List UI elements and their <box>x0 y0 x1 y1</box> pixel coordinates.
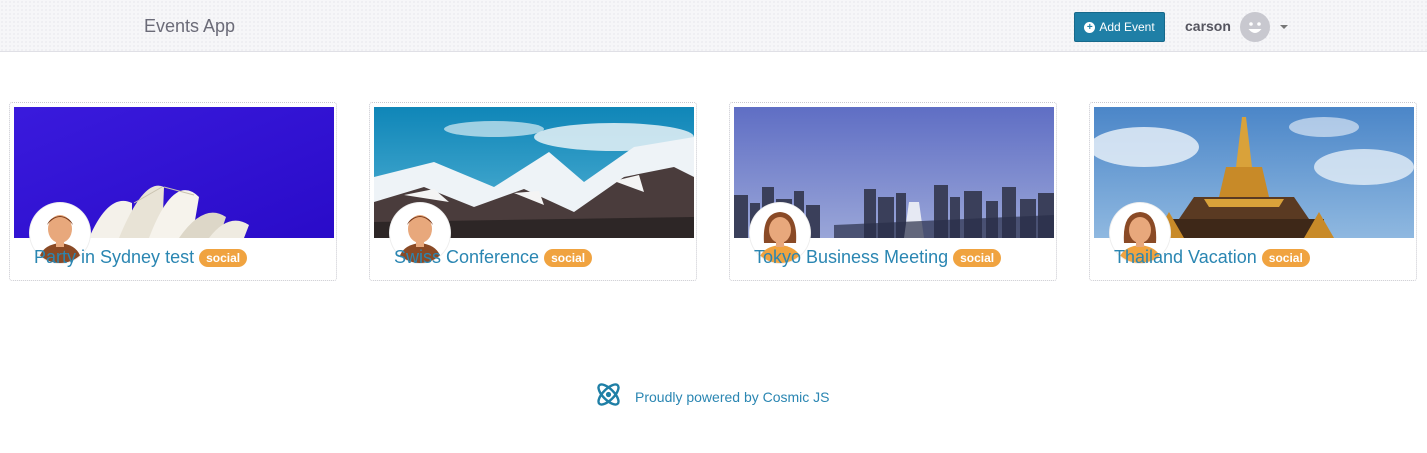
navbar: Events App + Add Event carson <box>0 0 1427 52</box>
event-title[interactable]: Tokyo Business Meeting social <box>754 247 1049 268</box>
add-event-button[interactable]: + Add Event <box>1074 12 1165 42</box>
user-avatar-icon[interactable] <box>1240 12 1270 42</box>
event-card[interactable]: Thailand Vacation social <box>1089 102 1417 281</box>
event-title[interactable]: Thailand Vacation social <box>1114 247 1409 268</box>
event-tag-badge: social <box>199 248 248 267</box>
username[interactable]: carson <box>1185 18 1231 34</box>
app-brand[interactable]: Events App <box>144 16 235 37</box>
chevron-down-icon[interactable] <box>1280 25 1288 29</box>
event-title-text: Party in Sydney test <box>34 247 195 267</box>
plus-circle-icon: + <box>1084 21 1096 33</box>
event-title[interactable]: Swiss Conference social <box>394 247 689 268</box>
event-tag-badge: social <box>953 248 1002 267</box>
event-title[interactable]: Party in Sydney test social <box>34 247 329 268</box>
footer: Proudly powered by Cosmic JS <box>594 382 830 412</box>
event-title-text: Tokyo Business Meeting <box>754 247 949 267</box>
add-event-label: Add Event <box>1099 20 1155 34</box>
event-tag-badge: social <box>1261 248 1310 267</box>
footer-powered-by-link[interactable]: Proudly powered by Cosmic JS <box>635 389 830 405</box>
event-title-text: Thailand Vacation <box>1114 247 1257 267</box>
event-card[interactable]: Tokyo Business Meeting social <box>729 102 1057 281</box>
event-tag-badge: social <box>544 248 593 267</box>
event-card[interactable]: Swiss Conference social <box>369 102 697 281</box>
event-card[interactable]: Party in Sydney test social <box>9 102 337 281</box>
event-title-text: Swiss Conference <box>394 247 540 267</box>
cosmic-logo-icon[interactable] <box>594 380 623 414</box>
